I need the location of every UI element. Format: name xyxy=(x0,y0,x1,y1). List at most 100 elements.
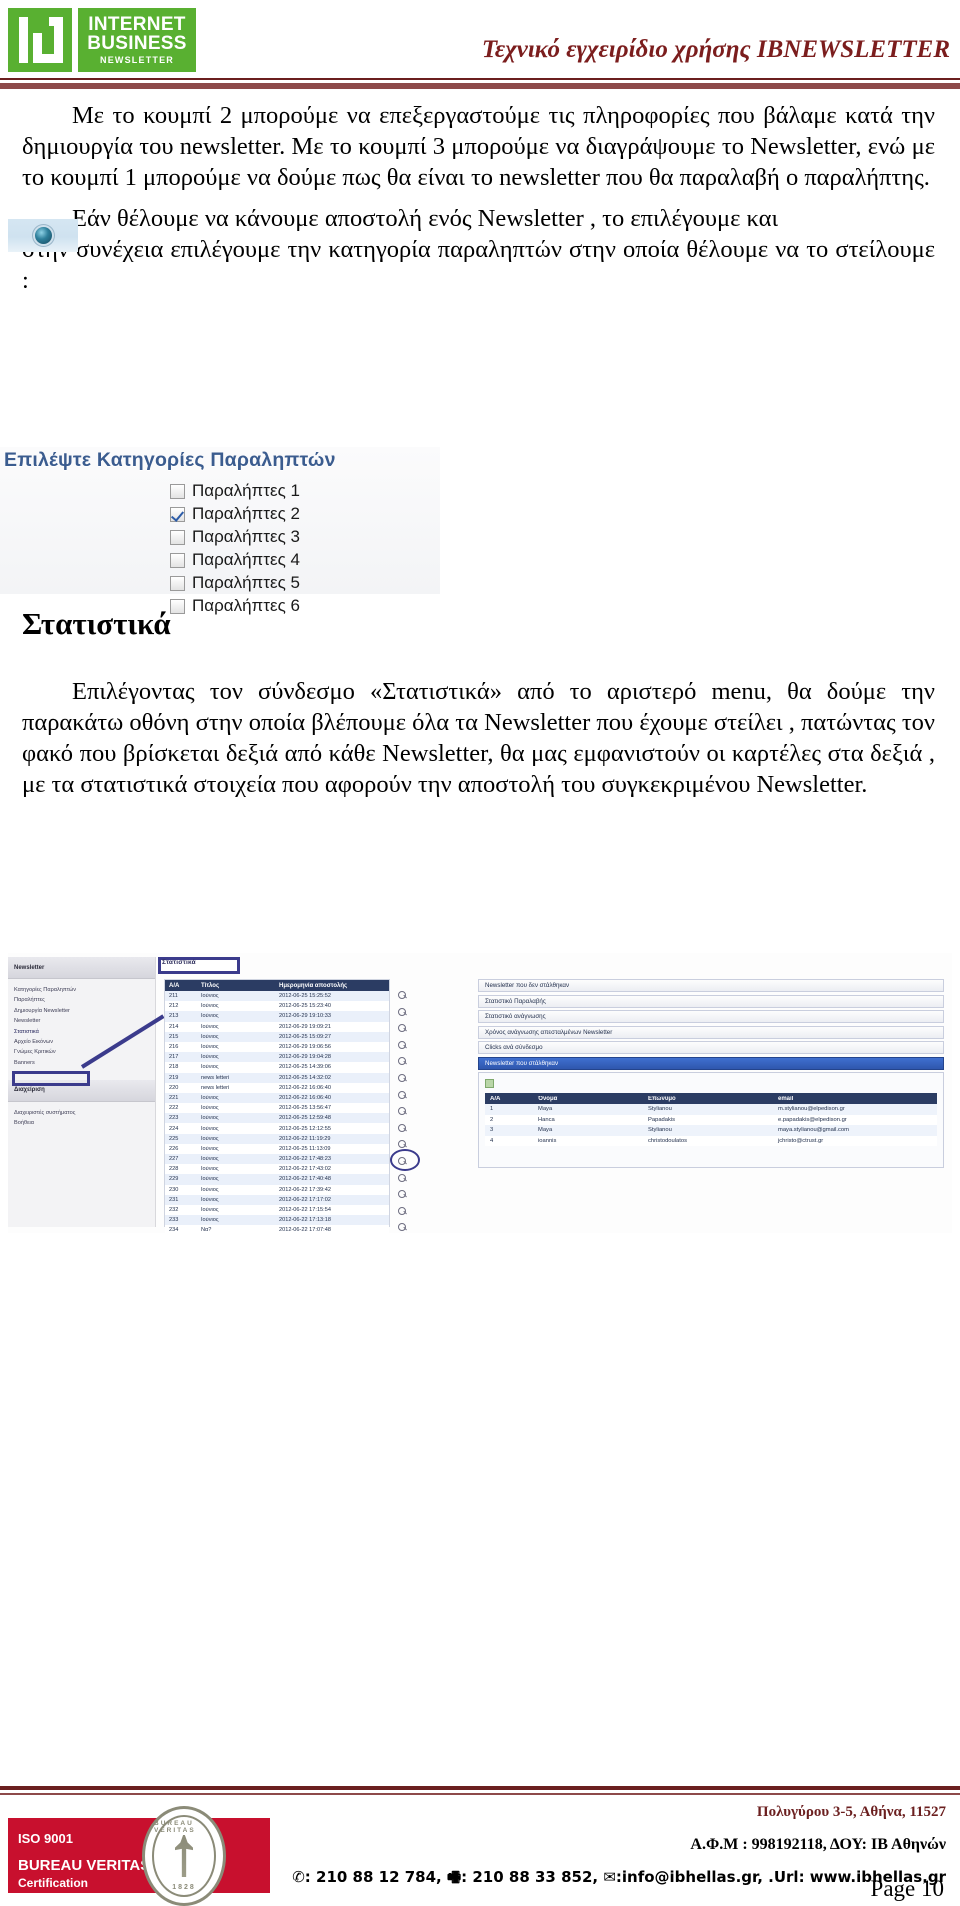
table-row[interactable]: 231 Ιούνιος 2012-06-22 17:17:02 xyxy=(165,1194,389,1205)
table-row[interactable]: 227 Ιούνιος 2012-06-22 17:48:23 xyxy=(165,1154,389,1165)
table-row[interactable]: 217 Ιούνιος 2012-06-29 19:04:28 xyxy=(165,1052,389,1063)
table-row[interactable]: 218 Ιούνιος 2012-06-25 14:39:06 xyxy=(165,1062,389,1073)
magnifier-icon[interactable] xyxy=(398,991,407,1000)
table-row[interactable]: 212 Ιούνιος 2012-06-25 15:23:40 xyxy=(165,1001,389,1012)
table-cell: 2012-06-25 14:39:06 xyxy=(279,1064,331,1071)
detail-table-row[interactable]: 3 Maya Stylianou maya.stylianou@gmail.com xyxy=(485,1125,937,1136)
panel-delivery-stats[interactable]: Στατιστικό Παραλαβής xyxy=(478,994,944,1008)
table-row[interactable]: 221 Ιούνιος 2012-06-22 16:06:40 xyxy=(165,1092,389,1104)
category-item-3[interactable]: Παραλήπτες 3 xyxy=(170,527,440,547)
sidebar-item-reviews[interactable]: Γνώμες Κριτικών xyxy=(14,1049,155,1055)
checkbox-category-4[interactable] xyxy=(170,552,185,568)
detail-table-row[interactable]: 1 Maya Stylianou m.stylianou@elpedison.gr xyxy=(485,1104,937,1115)
send-newsletter-icon[interactable] xyxy=(8,219,78,252)
table-row[interactable]: 214 Ιούνιος 2012-06-29 19:09:21 xyxy=(165,1021,389,1032)
magnifier-icon[interactable] xyxy=(398,1057,407,1066)
magnifier-icon[interactable] xyxy=(398,1090,407,1100)
table-row[interactable]: 224 Ιούνιος 2012-06-25 12:12:55 xyxy=(165,1123,389,1134)
table-cell: 216 xyxy=(169,1044,179,1051)
detail-table-cell: maya.stylianou@gmail.com xyxy=(778,1127,849,1134)
magnifier-icon[interactable] xyxy=(398,1123,407,1133)
table-cell: 2012-06-22 17:48:23 xyxy=(279,1156,331,1163)
table-row[interactable]: 216 Ιούνιος 2012-06-29 19:06:56 xyxy=(165,1041,389,1053)
sidebar-item-help[interactable]: Βοήθεια xyxy=(14,1120,155,1126)
category-item-4[interactable]: Παραλήπτες 4 xyxy=(170,550,440,570)
sidebar-item-categories[interactable]: Κατηγορίες Παραληπτών xyxy=(14,987,155,993)
magnifier-icon[interactable] xyxy=(398,1107,407,1116)
column-header-send-date: Ημερομηνία αποστολής xyxy=(279,982,348,989)
table-row[interactable]: 220 news letteri 2012-06-22 16:06:40 xyxy=(165,1082,389,1093)
detail-table-cell: jchristo@ctrust.gr xyxy=(778,1137,824,1144)
sidebar-item-admins[interactable]: Διαχειριστές συστήματος xyxy=(14,1110,155,1116)
panel-body-sent-newsletters: A/A Όνομα Επώνυμο email 1 Maya Stylianou m.… xyxy=(478,1072,944,1168)
detail-table-cell: Hanca xyxy=(538,1116,555,1123)
logo-line-3: NEWSLETTER xyxy=(100,54,174,65)
table-cell: 219 xyxy=(169,1074,179,1081)
newsletter-table: A/A Τίτλος Ημερομηνία αποστολής 211 Ιούνι… xyxy=(164,979,390,1233)
checkbox-category-3[interactable] xyxy=(170,529,185,545)
table-row[interactable]: 211 Ιούνιος 2012-06-25 15:25:52 xyxy=(165,991,389,1002)
panel-sent-newsletters[interactable]: Newsletter που στάλθηκαν xyxy=(478,1056,944,1070)
checkbox-category-1[interactable] xyxy=(170,483,185,499)
sidebar-item-image-archive[interactable]: Αρχείο Εικόνων xyxy=(14,1039,155,1045)
panel-not-sent[interactable]: Newsletter που δεν στάλθηκαν xyxy=(478,979,944,992)
sidebar-item-create-newsletter[interactable]: Δημιουργία Newsletter xyxy=(14,1008,155,1014)
checkbox-category-5[interactable] xyxy=(170,575,185,591)
table-row[interactable]: 233 Ιούνιος 2012-06-22 17:13:18 xyxy=(165,1215,389,1226)
table-row[interactable]: 219 news letteri 2012-06-25 14:32:02 xyxy=(165,1072,389,1083)
table-row[interactable]: 234 Να? 2012-06-22 17:07:48 xyxy=(165,1225,389,1233)
table-cell: 230 xyxy=(169,1186,179,1193)
magnifier-icon[interactable] xyxy=(398,1140,407,1149)
seal-bottom-text: 1828 xyxy=(172,1884,196,1891)
table-cell: 2012-06-22 11:19:29 xyxy=(279,1135,331,1142)
table-row[interactable]: 223 Ιούνιος 2012-06-25 12:59:48 xyxy=(165,1113,389,1124)
table-cell: Ιούνιος xyxy=(201,1207,219,1214)
magnifier-icon[interactable] xyxy=(398,1007,407,1017)
checkbox-category-2[interactable] xyxy=(170,506,185,522)
magnifier-column xyxy=(398,991,418,1233)
export-excel-icon[interactable] xyxy=(485,1079,494,1088)
magnifier-icon[interactable] xyxy=(398,1073,407,1083)
panel-read-stats[interactable]: Στατιστικό ανάγνωσης xyxy=(478,1010,944,1023)
table-row[interactable]: 229 Ιούνιος 2012-06-22 17:40:48 xyxy=(165,1174,389,1185)
category-item-5[interactable]: Παραλήπτες 5 xyxy=(170,573,440,593)
paragraph-block-1: Με το κουμπί 2 μπορούμε να επεξεργαστούμ… xyxy=(0,100,960,193)
table-row[interactable]: 232 Ιούνιος 2012-06-22 17:15:54 xyxy=(165,1204,389,1216)
table-row[interactable]: 215 Ιούνιος 2012-06-25 15:09:27 xyxy=(165,1031,389,1042)
sidebar-item-newsletter[interactable]: Newsletter xyxy=(14,1018,155,1024)
detail-table-cell: 1 xyxy=(490,1106,494,1113)
table-row[interactable]: 230 Ιούνιος 2012-06-22 17:39:42 xyxy=(165,1184,389,1195)
magnifier-icon[interactable] xyxy=(398,1024,407,1033)
detail-table-row[interactable]: 2 Hanca Papadakis e.papadakis@elpedison.gr xyxy=(485,1114,937,1125)
panel-clicks-per-link[interactable]: Clicks ανά σύνδεσμο xyxy=(478,1041,944,1054)
table-row[interactable]: 226 Ιούνιος 2012-06-25 11:13:09 xyxy=(165,1143,389,1154)
table-cell: 223 xyxy=(169,1115,179,1122)
magnifier-icon[interactable] xyxy=(398,1206,407,1216)
paragraph-1: Με το κουμπί 2 μπορούμε να επεξεργαστούμ… xyxy=(22,102,935,191)
sidebar-section-management: Διαχείριση Διαχειριστές συστήματος Βοήθε… xyxy=(8,1079,155,1126)
magnifier-icon[interactable] xyxy=(398,1223,407,1232)
table-cell: news letteri xyxy=(201,1084,230,1091)
table-cell: 2012-06-22 17:13:18 xyxy=(279,1217,331,1224)
panel-read-time[interactable]: Χρόνος ανάγνωσης απεσταλμένων Newsletter xyxy=(478,1025,944,1039)
recipient-category-list: Παραλήπτες 1 Παραλήπτες 2 Παραλήπτες 3 Π… xyxy=(0,481,440,616)
table-row[interactable]: 225 Ιούνιος 2012-06-22 11:19:29 xyxy=(165,1133,389,1144)
magnifier-icon[interactable] xyxy=(398,1040,407,1050)
table-row[interactable]: 222 Ιούνιος 2012-06-25 13:56:47 xyxy=(165,1103,389,1114)
table-cell: 2012-06-22 17:39:42 xyxy=(279,1186,331,1193)
category-item-1[interactable]: Παραλήπτες 1 xyxy=(170,481,440,501)
sidebar-item-recipients[interactable]: Παραλήπτες xyxy=(14,997,155,1003)
column-header-title: Τίτλος xyxy=(201,982,220,989)
seal-top-text: BUREAU VERITAS xyxy=(154,1820,196,1834)
table-cell: 228 xyxy=(169,1166,179,1173)
magnifier-icon[interactable] xyxy=(398,1173,407,1183)
detail-column-lastname: Επώνυμο xyxy=(648,1095,676,1102)
table-row[interactable]: 213 Ιούνιος 2012-06-29 19:10:33 xyxy=(165,1011,389,1022)
table-row[interactable]: 228 Ιούνιος 2012-06-22 17:43:02 xyxy=(165,1164,389,1175)
category-item-2[interactable]: Παραλήπτες 2 xyxy=(170,504,440,524)
table-cell: Ιούνιος xyxy=(201,1145,219,1152)
magnifier-icon[interactable] xyxy=(398,1190,407,1199)
detail-table-row[interactable]: 4 ioannis christodoulatos jchristo@ctrust.g… xyxy=(485,1135,937,1146)
newsletter-table-header: A/A Τίτλος Ημερομηνία αποστολής xyxy=(165,980,389,991)
iso-certification-label: Certification xyxy=(18,1876,89,1890)
